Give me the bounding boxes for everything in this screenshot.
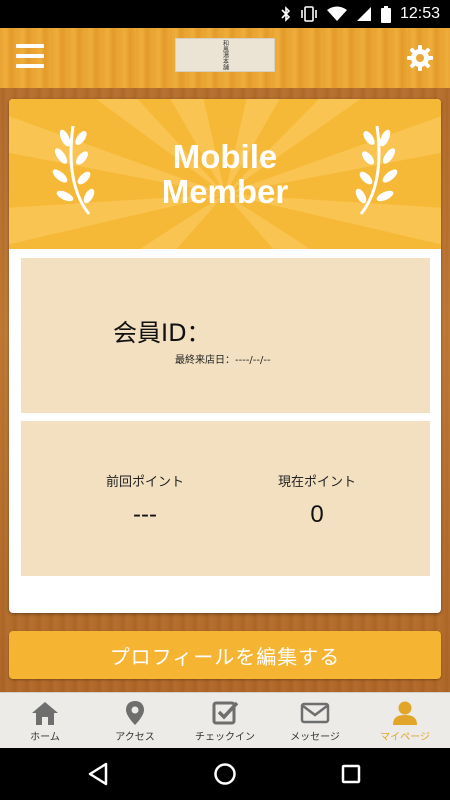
hamburger-menu-icon[interactable]	[16, 44, 44, 70]
current-points-value: 0	[310, 501, 324, 528]
status-icons: 12:53	[281, 4, 440, 24]
tab-access[interactable]: アクセス	[90, 693, 180, 748]
battery-icon	[380, 5, 391, 23]
banner-title-line1: Mobile	[172, 138, 278, 175]
home-circle-icon[interactable]	[213, 762, 237, 786]
points-panel: 前回ポイント --- 現在ポイント 0	[21, 421, 430, 576]
shop-logo: 和風湯本舗	[175, 38, 275, 72]
status-bar: 12:53	[0, 0, 450, 28]
wifi-icon	[326, 6, 347, 21]
tab-message-label: メッセージ	[290, 732, 340, 743]
banner-title: Mobile Member	[9, 139, 441, 209]
last-visit-value: ----/--/--	[235, 355, 271, 366]
tab-mypage[interactable]: マイページ	[360, 693, 450, 748]
tab-home-label: ホーム	[30, 732, 60, 743]
banner-title-line2: Member	[161, 173, 289, 210]
current-points-label: 現在ポイント	[277, 475, 356, 490]
tab-checkin[interactable]: チェックイン	[180, 693, 270, 748]
vibrate-icon	[301, 6, 317, 22]
tab-checkin-label: チェックイン	[195, 732, 255, 743]
member-id-label-text: 会員ID：	[113, 319, 211, 347]
checkbox-icon	[212, 701, 239, 725]
tab-bar: ホーム アクセス チェックイン メッセージ マイページ	[0, 692, 450, 748]
logo-text: 和風湯本舗	[221, 40, 229, 70]
back-icon[interactable]	[87, 762, 109, 786]
android-nav-bar	[0, 748, 450, 800]
person-icon	[393, 701, 417, 725]
previous-points: 前回ポイント ---	[65, 471, 225, 529]
member-id-panel: 会員ID： 最終来店日：----/--/--	[21, 258, 430, 413]
last-visit: 最終来店日：----/--/--	[175, 351, 271, 366]
current-points: 現在ポイント 0	[237, 471, 397, 529]
edit-profile-button[interactable]: プロフィールを編集する	[9, 631, 441, 679]
envelope-icon	[300, 702, 330, 724]
previous-points-label: 前回ポイント	[105, 475, 184, 490]
member-id-label: 会員ID：	[113, 313, 211, 348]
app-header: 和風湯本舗	[0, 28, 450, 88]
last-visit-label: 最終来店日：	[175, 355, 235, 366]
tab-mypage-label: マイページ	[380, 732, 430, 743]
map-pin-icon	[126, 701, 144, 725]
member-card: Mobile Member 会員ID： 最終来店日：----/--/-- 前回ポ…	[9, 99, 441, 613]
signal-icon	[356, 7, 371, 21]
gear-icon[interactable]	[406, 44, 434, 72]
previous-points-value: ---	[133, 501, 157, 528]
bluetooth-icon	[281, 6, 291, 22]
home-icon	[32, 702, 58, 725]
tab-access-label: アクセス	[115, 732, 155, 743]
status-time: 12:53	[399, 5, 440, 22]
tab-message[interactable]: メッセージ	[270, 693, 360, 748]
mobile-member-banner: Mobile Member	[9, 99, 441, 249]
recents-icon[interactable]	[341, 762, 361, 786]
tab-home[interactable]: ホーム	[0, 693, 90, 748]
